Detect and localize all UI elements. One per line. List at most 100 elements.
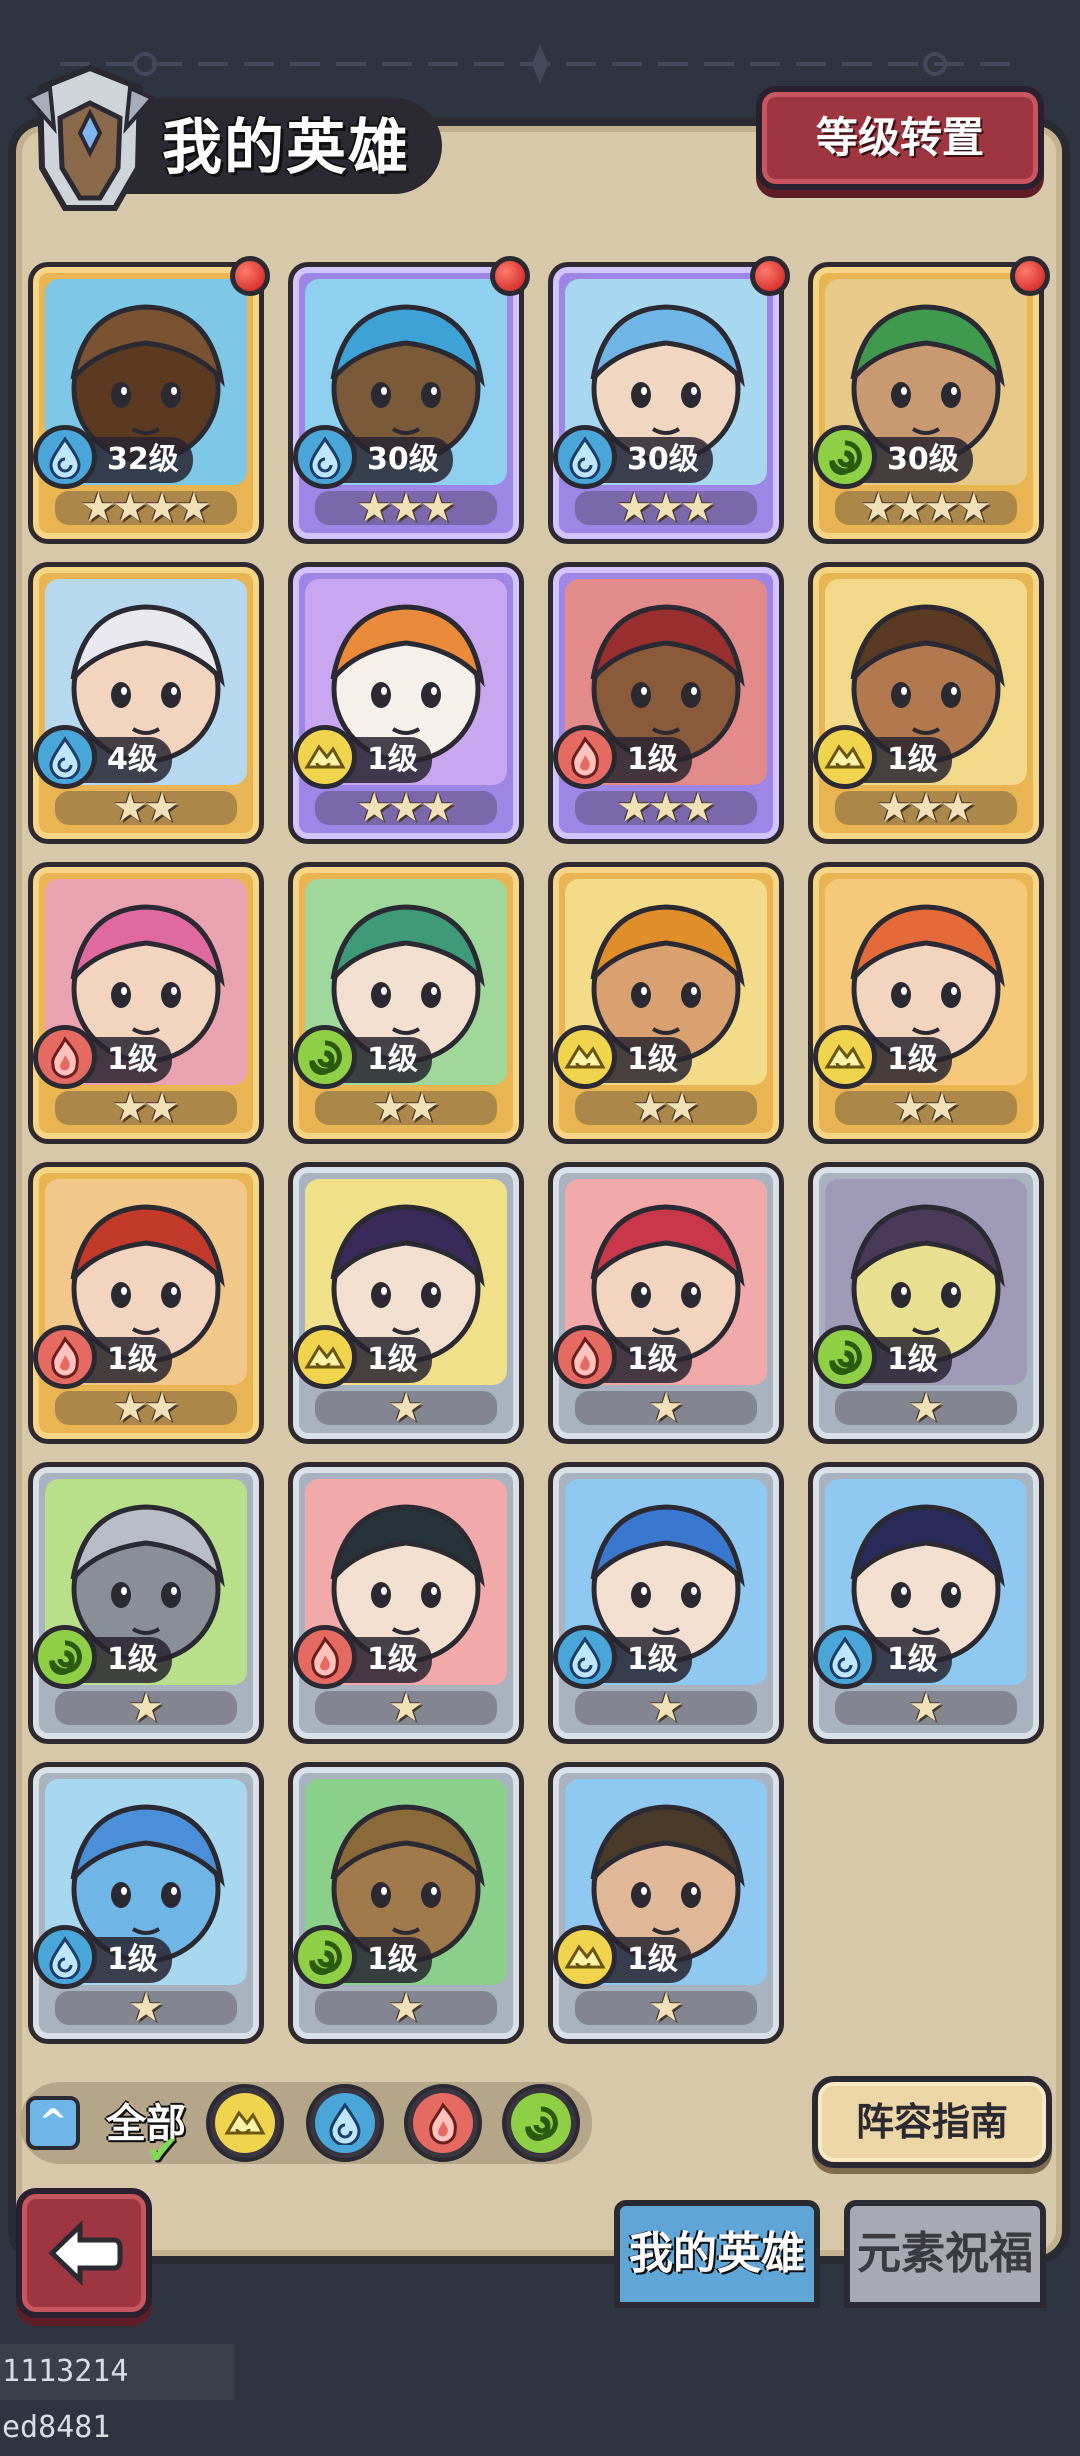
filter-wind-button[interactable] bbox=[502, 2084, 580, 2162]
wind-element-icon bbox=[813, 425, 877, 489]
star-icon: ★ bbox=[356, 785, 393, 831]
hero-star-rating: ★★ bbox=[55, 1085, 237, 1131]
hero-card[interactable]: 1级 ★★ bbox=[808, 862, 1044, 1144]
star-icon: ★ bbox=[144, 1085, 180, 1131]
filter-earth-button[interactable] bbox=[206, 2084, 284, 2162]
water-element-icon bbox=[33, 425, 97, 489]
page-title: 我的英雄 bbox=[162, 113, 410, 183]
helmet-icon bbox=[24, 64, 156, 211]
star-icon: ★ bbox=[876, 785, 913, 831]
water-element-icon bbox=[315, 2093, 375, 2153]
hero-card[interactable]: 1级 ★ bbox=[28, 1462, 264, 1744]
hero-star-rating: ★ bbox=[575, 1985, 757, 2031]
star-icon: ★ bbox=[892, 485, 928, 531]
notification-dot bbox=[490, 256, 530, 296]
hero-card[interactable]: 1级 ★ bbox=[288, 1762, 524, 2044]
hero-star-rating: ★ bbox=[55, 1985, 237, 2031]
star-icon: ★ bbox=[648, 1385, 684, 1431]
star-icon: ★ bbox=[892, 1085, 928, 1131]
earth-element-icon bbox=[293, 1325, 357, 1389]
star-icon: ★ bbox=[404, 1085, 440, 1131]
star-icon: ★ bbox=[388, 1385, 424, 1431]
hero-card[interactable]: 1级 ★ bbox=[548, 1462, 784, 1744]
hero-card[interactable]: 1级 ★ bbox=[808, 1462, 1044, 1744]
star-icon: ★ bbox=[80, 485, 117, 531]
hero-star-rating: ★ bbox=[575, 1385, 757, 1431]
hero-card[interactable]: 30级 ★★★ bbox=[288, 262, 524, 544]
star-icon: ★ bbox=[112, 1085, 148, 1131]
star-icon: ★ bbox=[648, 1985, 684, 2031]
star-icon: ★ bbox=[144, 485, 180, 531]
star-icon: ★ bbox=[419, 485, 456, 531]
notification-dot bbox=[230, 256, 270, 296]
star-icon: ★ bbox=[939, 785, 976, 831]
wind-element-icon bbox=[33, 1625, 97, 1689]
lineup-guide-button[interactable]: 阵容指南 bbox=[812, 2076, 1052, 2168]
level-transfer-button[interactable]: 等级转置 bbox=[756, 86, 1044, 190]
hero-card[interactable]: 1级 ★★ bbox=[288, 862, 524, 1144]
star-icon: ★ bbox=[664, 1085, 700, 1131]
hero-star-rating: ★ bbox=[55, 1685, 237, 1731]
water-element-icon bbox=[33, 725, 97, 789]
hero-star-rating: ★★ bbox=[835, 1085, 1017, 1131]
star-icon: ★ bbox=[648, 785, 684, 831]
star-icon: ★ bbox=[679, 485, 716, 531]
back-button[interactable] bbox=[16, 2188, 152, 2318]
hero-card[interactable]: 1级 ★★ bbox=[28, 1162, 264, 1444]
hero-star-rating: ★ bbox=[315, 1985, 497, 2031]
water-element-icon bbox=[293, 425, 357, 489]
star-icon: ★ bbox=[924, 485, 960, 531]
hero-card[interactable]: 1级 ★★ bbox=[548, 862, 784, 1144]
hero-card[interactable]: 1级 ★ bbox=[28, 1762, 264, 2044]
filter-fire-button[interactable] bbox=[404, 2084, 482, 2162]
star-icon: ★ bbox=[112, 1385, 148, 1431]
hero-star-rating: ★ bbox=[575, 1685, 757, 1731]
wind-element-icon bbox=[293, 1025, 357, 1089]
star-icon: ★ bbox=[356, 485, 393, 531]
fire-element-icon bbox=[413, 2093, 473, 2153]
wind-element-icon bbox=[511, 2093, 571, 2153]
hero-card[interactable]: 1级 ★★ bbox=[28, 862, 264, 1144]
hero-card[interactable]: 4级 ★★ bbox=[28, 562, 264, 844]
collapse-button[interactable]: ^ bbox=[26, 2096, 80, 2150]
hero-card[interactable]: 1级 ★ bbox=[548, 1162, 784, 1444]
hero-card[interactable]: 1级 ★ bbox=[288, 1162, 524, 1444]
hero-star-rating: ★★ bbox=[575, 1085, 757, 1131]
hero-card[interactable]: 1级 ★ bbox=[808, 1162, 1044, 1444]
hero-card[interactable]: 1级 ★★★ bbox=[548, 562, 784, 844]
hero-card[interactable]: 1级 ★ bbox=[548, 1762, 784, 2044]
wind-element-icon bbox=[813, 1325, 877, 1389]
hero-star-rating: ★★★ bbox=[835, 785, 1017, 831]
tab-element-blessing[interactable]: 元素祝福 bbox=[844, 2200, 1046, 2308]
filter-water-button[interactable] bbox=[306, 2084, 384, 2162]
star-icon: ★ bbox=[128, 1985, 164, 2031]
hero-card[interactable]: 30级 ★★★★ bbox=[808, 262, 1044, 544]
star-icon: ★ bbox=[908, 1685, 944, 1731]
tab-my-heroes[interactable]: 我的英雄 bbox=[614, 2200, 820, 2308]
star-icon: ★ bbox=[128, 1685, 164, 1731]
star-icon: ★ bbox=[388, 1685, 424, 1731]
fire-element-icon bbox=[553, 1325, 617, 1389]
hero-card[interactable]: 1级 ★★★ bbox=[808, 562, 1044, 844]
fire-element-icon bbox=[553, 725, 617, 789]
hero-star-rating: ★★★ bbox=[575, 485, 757, 531]
hero-card[interactable]: 30级 ★★★ bbox=[548, 262, 784, 544]
star-icon: ★ bbox=[388, 1985, 424, 2031]
star-icon: ★ bbox=[648, 485, 684, 531]
chevron-up-icon: ^ bbox=[38, 2102, 68, 2142]
hero-star-rating: ★ bbox=[835, 1388, 1017, 1428]
earth-element-icon bbox=[553, 1025, 617, 1089]
wind-element-icon bbox=[293, 1925, 357, 1989]
hero-card[interactable]: 32级 ★★★★ bbox=[28, 262, 264, 544]
star-icon: ★ bbox=[679, 785, 716, 831]
hero-star-rating: ★★ bbox=[55, 788, 237, 828]
hero-card[interactable]: 1级 ★★★ bbox=[288, 562, 524, 844]
hero-card[interactable]: 1级 ★ bbox=[288, 1462, 524, 1744]
earth-element-icon bbox=[293, 725, 357, 789]
star-icon: ★ bbox=[388, 785, 424, 831]
star-icon: ★ bbox=[144, 1385, 180, 1431]
star-icon: ★ bbox=[648, 1685, 684, 1731]
water-element-icon bbox=[813, 1625, 877, 1689]
fire-element-icon bbox=[293, 1625, 357, 1689]
back-arrow-icon bbox=[48, 2220, 123, 2286]
